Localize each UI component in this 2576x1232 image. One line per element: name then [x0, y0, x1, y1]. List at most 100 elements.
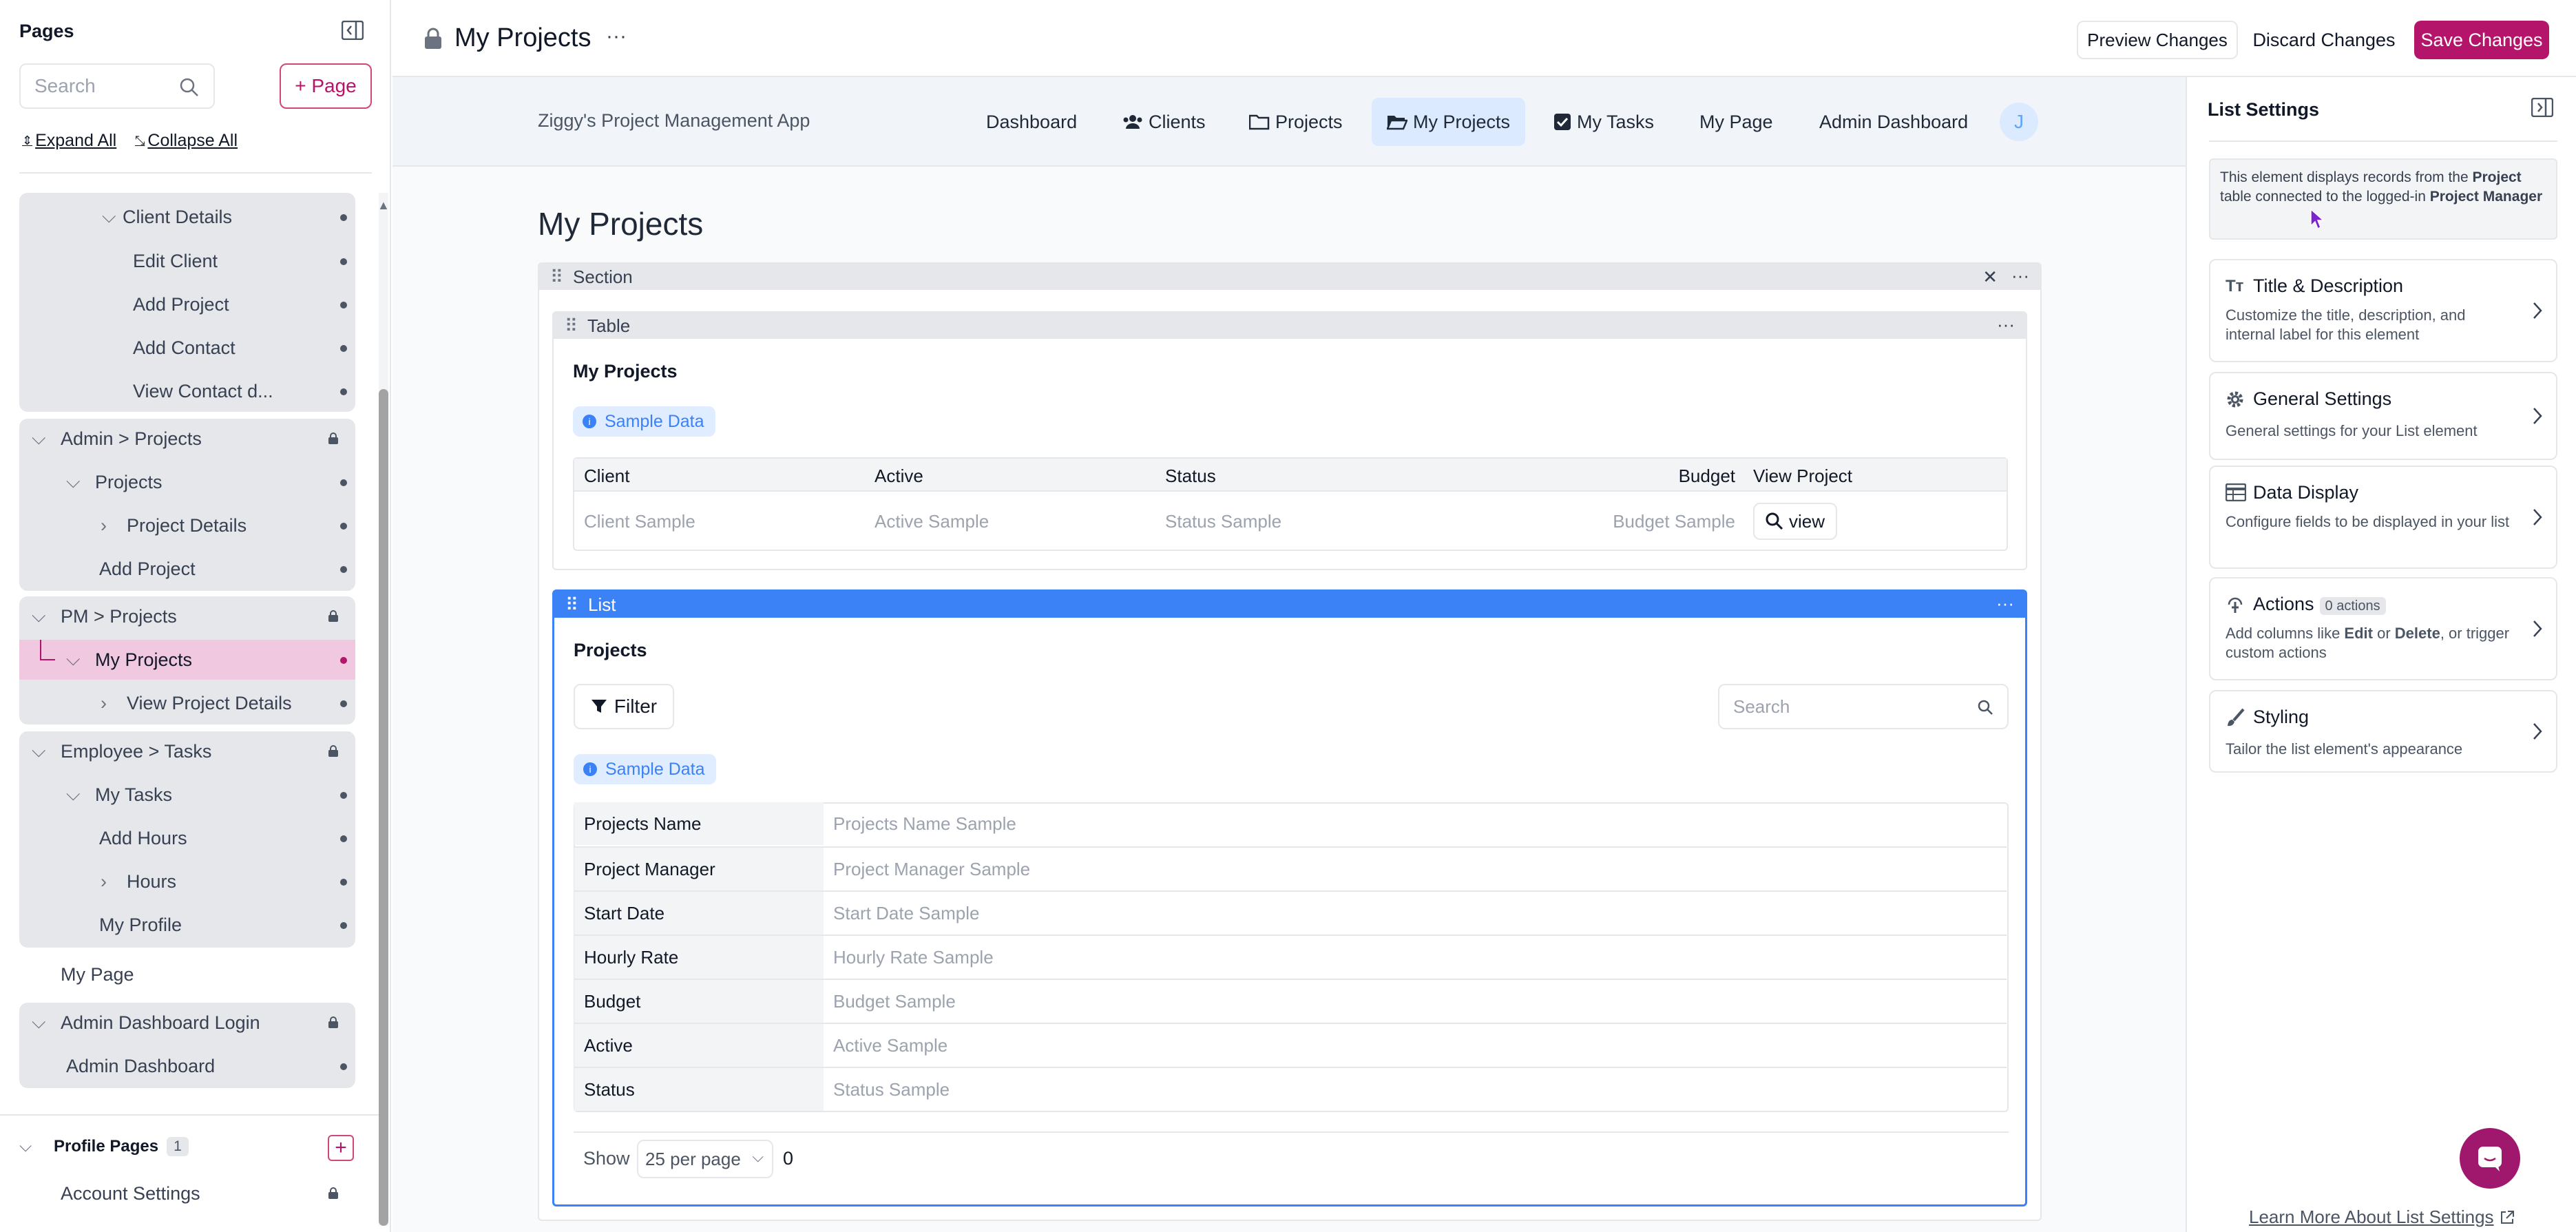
title-description-card[interactable]: Tт Title & Description Customize the tit…	[2209, 259, 2557, 362]
tree-item-edit-client[interactable]: Edit Client	[19, 241, 355, 281]
nav-item-projects[interactable]: Projects	[1234, 98, 1358, 146]
tree-item-projects[interactable]: ⌵ Projects	[19, 462, 355, 502]
save-changes-button[interactable]: Save Changes	[2414, 21, 2549, 59]
tree-item-pm-projects[interactable]: ⌵ PM > Projects	[19, 596, 355, 636]
data-table: Client Active Status Budget View Project…	[573, 457, 2008, 551]
tree-item-view-contact[interactable]: View Contact d...	[19, 371, 355, 411]
pointer-click-icon	[2226, 595, 2245, 616]
info-icon: i	[583, 762, 597, 776]
chevron-down-icon[interactable]: ⌵	[19, 1137, 54, 1156]
chevron-down-icon[interactable]: ⌵	[66, 471, 95, 493]
collapse-sidebar-icon[interactable]	[342, 21, 364, 40]
chevron-right-icon[interactable]: ›	[101, 693, 127, 714]
list-search-input[interactable]: Search	[1718, 684, 2009, 729]
list-row-label: Projects Name	[574, 802, 824, 845]
filter-button[interactable]: Filter	[574, 684, 674, 729]
collapse-section-icon[interactable]: ✕	[1982, 267, 1998, 288]
chat-widget-button[interactable]	[2460, 1128, 2520, 1189]
tree-item-admin-dashboard[interactable]: Admin Dashboard	[19, 1046, 355, 1086]
tree-item-my-profile[interactable]: My Profile	[19, 905, 355, 945]
tree-item-account-settings[interactable]: Account Settings	[19, 1173, 355, 1213]
add-profile-page-button[interactable]: +	[328, 1135, 354, 1161]
nav-label: Dashboard	[986, 111, 1078, 132]
more-options-button[interactable]: ···	[606, 25, 627, 48]
expand-all-button[interactable]: ⇕ Expand All	[22, 131, 116, 151]
drag-handle-icon[interactable]: ⠿	[565, 315, 578, 337]
styling-card[interactable]: Styling Tailor the list element's appear…	[2209, 690, 2557, 773]
chevron-down-icon[interactable]: ⌵	[102, 206, 123, 228]
tree-item-my-projects-selected[interactable]: ⌵ My Projects	[19, 640, 355, 680]
tree-item-admin-dashboard-login[interactable]: ⌵ Admin Dashboard Login	[19, 1003, 355, 1043]
drag-handle-icon[interactable]: ⠿	[550, 267, 563, 288]
chevron-down-icon[interactable]: ⌵	[66, 649, 95, 671]
card-description: Configure fields to be displayed in your…	[2226, 513, 2510, 530]
list-row-value: Active Sample	[833, 1034, 948, 1056]
actions-card[interactable]: Actions 0 actions Add columns like Edit o…	[2209, 577, 2557, 680]
general-settings-card[interactable]: General Settings General settings for yo…	[2209, 372, 2557, 460]
chevron-down-icon[interactable]: ⌵	[32, 1012, 61, 1034]
tree-item-add-project-2[interactable]: Add Project	[19, 549, 355, 589]
column-header[interactable]: Active	[875, 466, 923, 487]
tree-item-view-project-details[interactable]: › View Project Details	[19, 683, 355, 723]
more-options-icon[interactable]: ···	[1996, 593, 2014, 614]
more-options-icon[interactable]: ···	[2011, 265, 2029, 286]
scroll-up-icon[interactable]: ▲	[377, 198, 390, 213]
close-panel-icon[interactable]	[2531, 98, 2553, 117]
nav-item-clients[interactable]: Clients	[1107, 98, 1221, 146]
pages-search-input[interactable]: Search	[19, 63, 215, 109]
tree-item-admin-projects[interactable]: ⌵ Admin > Projects	[19, 419, 355, 459]
list-block-header[interactable]: ⠿ List ···	[554, 592, 2025, 618]
tree-item-my-tasks[interactable]: ⌵ My Tasks	[19, 775, 355, 815]
nav-item-my-tasks[interactable]: My Tasks	[1538, 98, 1669, 146]
chevron-down-icon[interactable]: ⌵	[32, 428, 61, 450]
pages-search-placeholder: Search	[34, 75, 96, 96]
table-block[interactable]: ⠿ Table ··· My Projects i Sample Data Cl…	[552, 311, 2027, 570]
drag-handle-icon[interactable]: ⠿	[565, 594, 578, 616]
nav-item-admin-dashboard[interactable]: Admin Dashboard	[1804, 98, 1983, 146]
nav-item-my-projects-active[interactable]: My Projects	[1372, 98, 1526, 146]
chevron-down-icon[interactable]: ⌵	[66, 784, 95, 806]
column-header[interactable]: Client	[584, 466, 629, 487]
lock-icon	[328, 610, 339, 623]
list-row-value: Projects Name Sample	[833, 813, 1016, 834]
tree-item-client-details[interactable]: ⌵ Client Details	[19, 197, 355, 237]
chevron-down-icon[interactable]: ⌵	[32, 605, 61, 627]
column-header[interactable]: Status	[1165, 466, 1216, 487]
tree-item-hours[interactable]: › Hours	[19, 862, 355, 901]
chevron-down-icon[interactable]: ⌵	[32, 740, 61, 762]
per-page-select[interactable]: 25 per page ⌵	[637, 1140, 773, 1178]
tree-item-project-details[interactable]: › Project Details	[19, 505, 355, 545]
section-header[interactable]: ⠿ Section ✕ ···	[539, 264, 2040, 290]
tree-item-add-contact[interactable]: Add Contact	[19, 328, 355, 368]
tree-label: Projects	[95, 471, 163, 492]
lock-icon	[328, 745, 339, 758]
tree-item-add-hours[interactable]: Add Hours	[19, 818, 355, 858]
chevron-right-icon[interactable]: ›	[101, 871, 127, 892]
learn-more-link[interactable]: Learn More About List Settings	[2249, 1207, 2515, 1228]
view-project-button[interactable]: view	[1753, 503, 1837, 540]
gear-icon	[2226, 390, 2245, 409]
chevron-right-icon[interactable]: ›	[101, 515, 127, 536]
search-icon	[1766, 512, 1783, 530]
data-display-card[interactable]: Data Display Configure fields to be disp…	[2209, 466, 2557, 569]
canvas-page-heading: My Projects	[538, 206, 704, 242]
tree-scrollbar-thumb[interactable]	[379, 389, 388, 1226]
column-header[interactable]: Budget	[1679, 466, 1735, 487]
status-dot	[340, 214, 347, 221]
collapse-all-button[interactable]: ⤡ Collapse All	[135, 131, 238, 151]
add-page-button[interactable]: + Page	[280, 63, 372, 109]
avatar[interactable]: J	[2000, 103, 2038, 141]
tree-item-my-page[interactable]: My Page	[19, 954, 355, 994]
nav-item-dashboard[interactable]: Dashboard	[971, 98, 1092, 146]
preview-changes-button[interactable]: Preview Changes	[2077, 21, 2238, 59]
lock-icon	[328, 1016, 339, 1029]
table-block-header[interactable]: ⠿ Table ···	[554, 313, 2026, 339]
profile-pages-header[interactable]: ⌵ Profile Pages 1	[19, 1127, 355, 1167]
more-options-icon[interactable]: ···	[1997, 314, 2015, 335]
discard-changes-button[interactable]: Discard Changes	[2252, 21, 2396, 59]
tree-label: Edit Client	[133, 250, 218, 271]
tree-item-add-project[interactable]: Add Project	[19, 284, 355, 324]
column-header[interactable]: View Project	[1753, 466, 1852, 487]
nav-item-my-page[interactable]: My Page	[1684, 98, 1788, 146]
tree-item-employee-tasks[interactable]: ⌵ Employee > Tasks	[19, 731, 355, 771]
